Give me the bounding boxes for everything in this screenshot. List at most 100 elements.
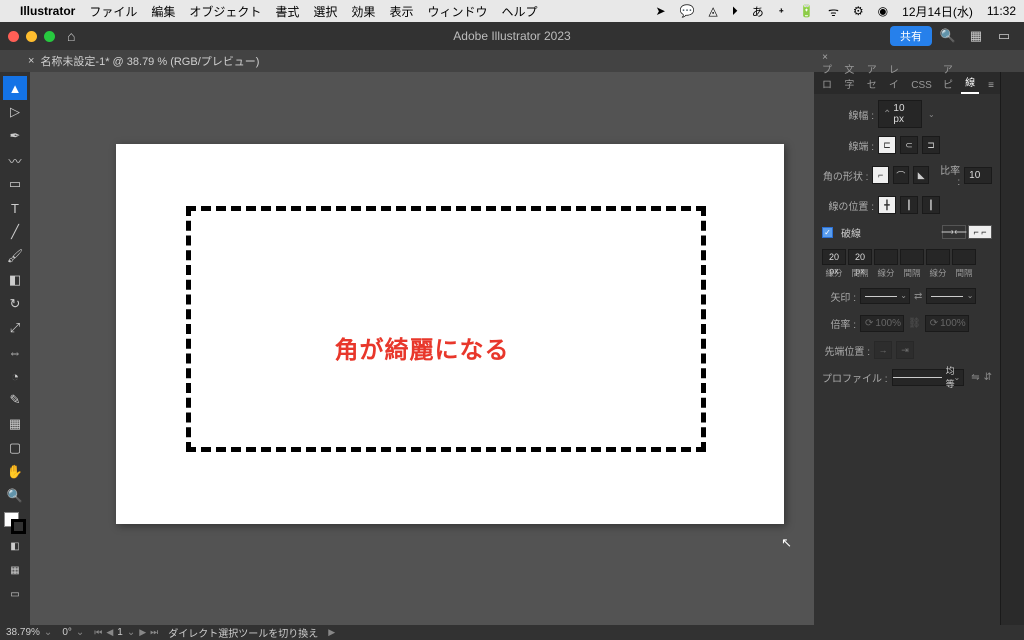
gap-1-input[interactable]: 20 px <box>848 249 872 265</box>
miter-limit-input[interactable]: 10 <box>964 167 992 184</box>
dock-strip[interactable] <box>1000 72 1024 625</box>
stroke-weight-input[interactable]: ⌃10 px <box>878 100 922 128</box>
app-name[interactable]: Illustrator <box>20 4 75 18</box>
stroke-swatch[interactable] <box>11 519 26 534</box>
flip-along-icon[interactable]: ⇋ <box>971 372 979 383</box>
line-tool[interactable]: ╱ <box>3 220 27 244</box>
type-tool[interactable]: T <box>3 196 27 220</box>
panel-close-icon[interactable]: × <box>822 52 828 63</box>
gap-2-input[interactable] <box>900 249 924 265</box>
menu-file[interactable]: ファイル <box>89 3 137 20</box>
gradient-tool[interactable]: ▦ <box>3 412 27 436</box>
menubar-time[interactable]: 11:32 <box>987 4 1016 18</box>
zoom-tool[interactable]: 🔍 <box>3 484 27 508</box>
eraser-tool[interactable]: ◧ <box>3 268 27 292</box>
menu-object[interactable]: オブジェクト <box>189 3 261 20</box>
artboard-tool[interactable]: ▢ <box>3 436 27 460</box>
join-round-button[interactable]: ⌒ <box>893 166 909 184</box>
control-center-icon[interactable]: ⚙ <box>853 4 864 18</box>
width-tool[interactable]: ⇔ <box>3 340 27 364</box>
menu-select[interactable]: 選択 <box>313 3 337 20</box>
tray-icon-1[interactable]: ◬ <box>709 4 718 18</box>
macos-menubar: Illustrator ファイル 編集 オブジェクト 書式 選択 効果 表示 ウ… <box>0 0 1024 22</box>
tab-character[interactable]: 文字 <box>840 58 859 94</box>
tab-assets[interactable]: アセ <box>863 58 882 94</box>
dashed-rectangle-object[interactable] <box>186 206 706 452</box>
minimize-window-button[interactable] <box>26 31 37 42</box>
dashed-line-checkbox[interactable]: ✓ <box>822 227 833 238</box>
tab-layers[interactable]: レイ <box>885 58 904 94</box>
selection-tool[interactable]: ▲ <box>3 76 27 100</box>
dash-preserve-button[interactable]: ⟶⟵ <box>942 225 966 239</box>
canvas[interactable]: 角が綺麗になる ↖ <box>30 72 814 625</box>
stroke-weight-dropdown-icon[interactable]: ⌄ <box>928 110 935 119</box>
pen-tool[interactable]: ✒ <box>3 124 27 148</box>
dash-3-input[interactable] <box>926 249 950 265</box>
rectangle-tool[interactable]: ▭ <box>3 172 27 196</box>
eyedropper-tool[interactable]: ✎ <box>3 388 27 412</box>
tab-properties[interactable]: プロ <box>818 58 837 94</box>
align-outside-button[interactable]: ┃ <box>922 196 940 214</box>
menu-window[interactable]: ウィンドウ <box>427 3 487 20</box>
document-tab[interactable]: 名称未設定-1* @ 38.79 % (RGB/プレビュー) <box>40 53 259 69</box>
fill-stroke-swatch[interactable] <box>4 512 26 534</box>
menu-help[interactable]: ヘルプ <box>501 3 537 20</box>
arrange-icon[interactable]: ▦ <box>964 28 988 44</box>
join-miter-button[interactable]: ⌐ <box>872 166 888 184</box>
wifi-icon[interactable]: ᯤ <box>828 3 839 20</box>
tray-icon-2[interactable]: ⏵ <box>732 4 738 19</box>
arrow-start-select[interactable]: ⌄ <box>860 288 910 304</box>
status-more-icon[interactable]: ▶ <box>328 627 335 638</box>
dash-2-input[interactable] <box>874 249 898 265</box>
join-bevel-button[interactable]: ◣ <box>913 166 929 184</box>
rotate-tool[interactable]: ↻ <box>3 292 27 316</box>
close-window-button[interactable] <box>8 31 19 42</box>
workspace-icon[interactable]: ▭ <box>992 28 1016 44</box>
zoom-level[interactable]: 38.79% ⌄ <box>6 627 52 638</box>
draw-mode-icon[interactable]: ▦ <box>3 558 27 582</box>
tray-icon-3[interactable]: あ <box>752 3 764 20</box>
share-button[interactable]: 共有 <box>890 26 932 46</box>
bluetooth-icon[interactable]: ᛭ <box>778 4 785 18</box>
align-center-button[interactable]: ╋ <box>878 196 896 214</box>
tab-css[interactable]: CSS <box>907 77 936 94</box>
align-inside-button[interactable]: ┃ <box>900 196 918 214</box>
artboard-nav[interactable]: ⏮◀ 1 ⌄ ▶⏭ <box>94 627 158 638</box>
link-scale-icon: ⛓ <box>908 318 921 329</box>
cap-round-button[interactable]: ⊂ <box>900 136 918 154</box>
tab-stroke[interactable]: 線 <box>961 71 979 94</box>
panel-menu-icon[interactable]: ≡ <box>982 77 1000 94</box>
scale-tool[interactable]: ⤢ <box>3 316 27 340</box>
line-icon[interactable]: 💬 <box>680 4 695 18</box>
menu-type[interactable]: 書式 <box>275 3 299 20</box>
swap-arrows-icon[interactable]: ⇄ <box>914 291 922 302</box>
menu-view[interactable]: 表示 <box>389 3 413 20</box>
rotate-view[interactable]: 0° ⌄ <box>62 627 84 638</box>
menubar-date[interactable]: 12月14日(水) <box>902 3 973 20</box>
hand-tool[interactable]: ✋ <box>3 460 27 484</box>
cap-butt-button[interactable]: ⊏ <box>878 136 896 154</box>
tab-appearance[interactable]: アピ <box>939 58 958 94</box>
tab-close-icon[interactable]: × <box>28 55 34 67</box>
location-icon[interactable]: ➤ <box>656 4 666 18</box>
search-icon[interactable]: 🔍 <box>936 28 960 44</box>
flip-across-icon[interactable]: ⇵ <box>984 372 992 383</box>
profile-select[interactable]: 均等⌄ <box>892 369 965 386</box>
cap-projecting-button[interactable]: ⊐ <box>922 136 940 154</box>
battery-icon[interactable]: 🔋 <box>799 4 814 18</box>
shape-builder-tool[interactable]: ◔ <box>3 364 27 388</box>
zoom-window-button[interactable] <box>44 31 55 42</box>
menu-edit[interactable]: 編集 <box>151 3 175 20</box>
gap-3-input[interactable] <box>952 249 976 265</box>
siri-icon[interactable]: ◉ <box>878 4 888 18</box>
menu-effect[interactable]: 効果 <box>351 3 375 20</box>
arrow-end-select[interactable]: ⌄ <box>926 288 976 304</box>
color-mode-icon[interactable]: ◧ <box>3 534 27 558</box>
screen-mode-icon[interactable]: ▭ <box>3 582 27 606</box>
curvature-tool[interactable]: 〰 <box>3 148 27 172</box>
home-icon[interactable]: ⌂ <box>67 28 75 44</box>
dash-align-corners-button[interactable]: ⌐ ⌐ <box>968 225 992 239</box>
paintbrush-tool[interactable]: 🖌 <box>3 244 27 268</box>
direct-selection-tool[interactable]: ▷ <box>3 100 27 124</box>
dash-1-input[interactable]: 20 px <box>822 249 846 265</box>
